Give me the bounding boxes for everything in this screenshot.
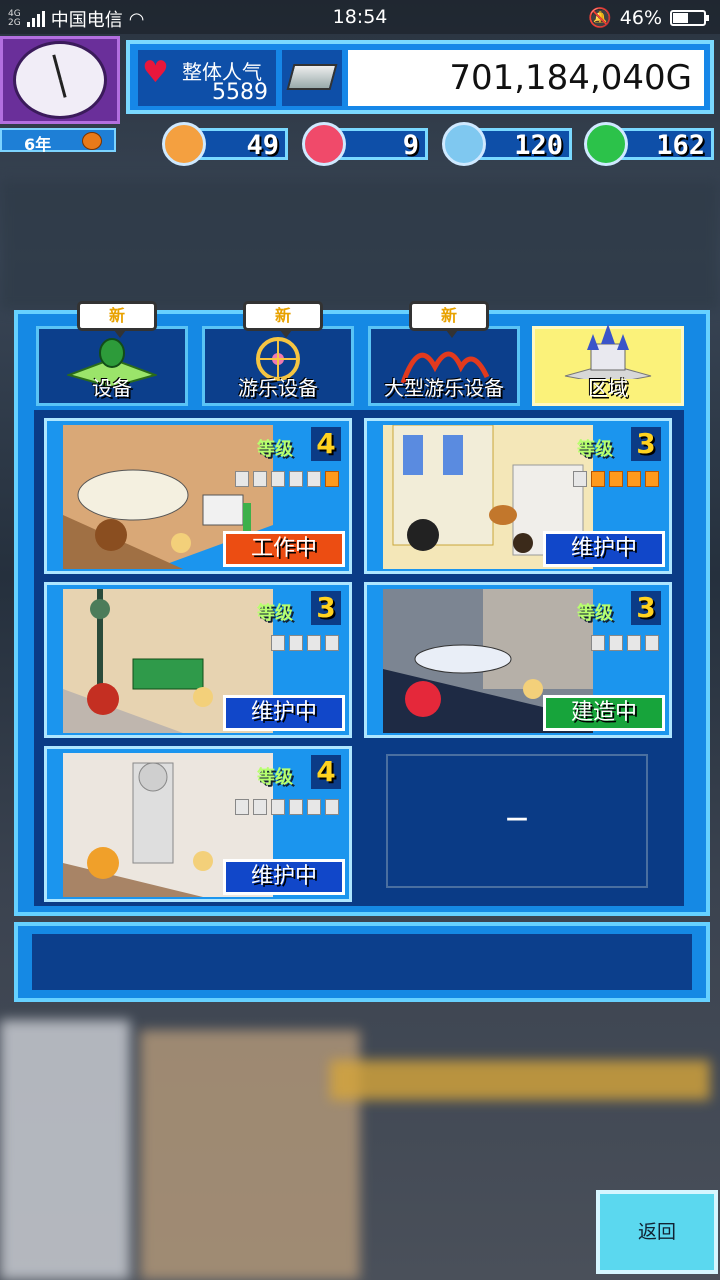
level-progress — [235, 471, 339, 487]
level-label: 等级 — [257, 603, 293, 624]
clock-icon — [13, 41, 107, 119]
system-status-bar: 4G 2G 中国电信 ◠ 18:54 🔕 46% — [0, 0, 720, 34]
money-display: 701,184,040G — [348, 50, 704, 106]
status-badge: 维护中 — [223, 859, 345, 895]
level-label: 等级 — [577, 439, 613, 460]
area-card-space[interactable]: 等级 3 建造中 — [364, 582, 672, 738]
level-progress — [235, 799, 339, 815]
area-card-statue[interactable]: 等级 4 维护中 — [44, 746, 352, 902]
castle-icon — [564, 324, 652, 379]
area-grid: 等级 4 工作中 等级 3 维护中 等级 3 维护中 等级 3 建造中 等级 4… — [34, 410, 684, 906]
level-number: 3 — [631, 591, 661, 625]
level-number: 4 — [311, 427, 341, 461]
back-button[interactable]: 返回 — [596, 1190, 718, 1274]
popularity-box: ♥ 整体人气 5589 — [138, 50, 276, 106]
orange-icon — [162, 122, 206, 166]
resource-water: 120 — [442, 122, 572, 166]
area-card-arabian[interactable]: 等级 3 维护中 — [364, 418, 672, 574]
background-city — [0, 180, 720, 310]
status-badge: 维护中 — [223, 695, 345, 731]
game-clock[interactable] — [0, 36, 120, 124]
tab-equipment[interactable]: 新 设备 — [36, 301, 188, 406]
pumpkin-icon — [82, 132, 102, 150]
resource-fire: 9 — [302, 122, 428, 166]
background-road — [330, 1060, 710, 1100]
level-label: 等级 — [257, 439, 293, 460]
silver-ingot-icon — [286, 64, 338, 90]
new-badge: 新 — [409, 301, 489, 338]
level-number: 3 — [311, 591, 341, 625]
new-badge: 新 — [77, 301, 157, 338]
status-badge: 维护中 — [543, 531, 665, 567]
area-management-panel: 新 设备 新 游乐设备 新 大型游乐设备 区域 等级 4 工作中 等级 3 维护… — [14, 301, 710, 916]
background-building — [0, 1020, 130, 1280]
empty-slot-marker: — — [506, 806, 528, 831]
year-label: 6年 — [24, 135, 52, 154]
background-building — [140, 1030, 360, 1280]
battery-icon — [670, 9, 709, 26]
new-badge: 新 — [243, 301, 323, 338]
level-progress — [573, 471, 659, 487]
level-label: 等级 — [577, 603, 613, 624]
popularity-value: 5589 — [212, 80, 268, 105]
tab-large-attractions[interactable]: 新 大型游乐设备 — [368, 301, 520, 406]
mute-bell-icon: 🔕 — [588, 7, 612, 29]
level-number: 4 — [311, 755, 341, 789]
tab-label: 游乐设备 — [238, 376, 318, 400]
tab-areas[interactable]: 区域 — [532, 324, 684, 406]
resource-clover: 162 — [584, 122, 714, 166]
tab-label: 设备 — [92, 376, 132, 400]
money-value: 701,184,040G — [449, 58, 692, 98]
empty-area-slot[interactable]: — — [386, 754, 648, 888]
area-card-western[interactable]: 等级 4 工作中 — [44, 418, 352, 574]
heart-icon: ♥ — [142, 55, 169, 90]
tab-label: 大型游乐设备 — [384, 376, 504, 400]
status-badge: 建造中 — [543, 695, 665, 731]
level-progress — [591, 635, 659, 651]
area-card-european[interactable]: 等级 3 维护中 — [44, 582, 352, 738]
level-number: 3 — [631, 427, 661, 461]
message-bar — [14, 922, 710, 1002]
tab-label: 区域 — [588, 376, 628, 400]
tab-attractions[interactable]: 新 游乐设备 — [202, 301, 354, 406]
level-label: 等级 — [257, 767, 293, 788]
level-progress — [271, 635, 339, 651]
message-area — [32, 934, 692, 990]
fire-icon — [302, 122, 346, 166]
money-icon-box — [282, 50, 342, 106]
battery-percent: 46% — [619, 6, 662, 29]
resource-orange: 49 — [162, 122, 288, 166]
top-stats-panel: ♥ 整体人气 5589 701,184,040G — [126, 40, 714, 114]
status-badge: 工作中 — [223, 531, 345, 567]
water-drop-icon — [442, 122, 486, 166]
year-indicator: 6年 — [0, 128, 116, 154]
clover-icon — [584, 122, 628, 166]
